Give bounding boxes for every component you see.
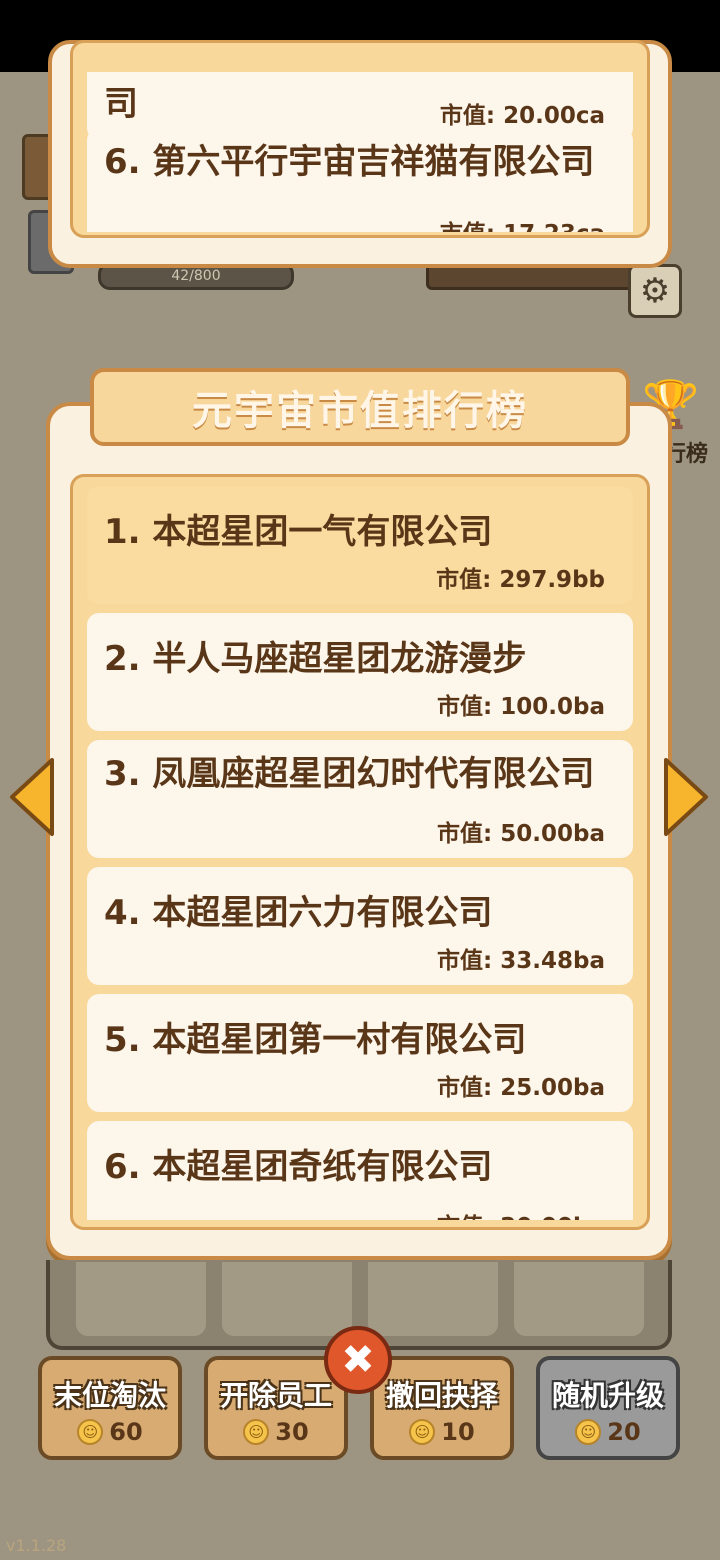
ranking-title: 元宇宙市值排行榜 [192,388,528,434]
board-slot [222,1262,352,1336]
market-value: 市值: 50.00ba [437,821,605,847]
cost-value: 60 [109,1418,143,1446]
action-label: 随机升级 [551,1379,664,1412]
action-label: 开除员工 [219,1379,332,1412]
arrow-right-icon[interactable] [662,756,712,838]
gear-icon[interactable]: ⚙ [628,264,682,318]
ranking-title-bar: 元宇宙市值排行榜 [90,368,630,446]
list-item[interactable]: 3. 凤凰座超星团幻时代有限公司 市值: 50.00ba [87,740,633,858]
random-upgrade-button[interactable]: 随机升级 ☺ 20 [536,1356,680,1460]
board-slot [76,1262,206,1336]
coin-icon: ☺ [77,1419,104,1445]
market-value: 市值: 20.00ba [437,1207,605,1220]
coin-icon: ☺ [575,1419,602,1445]
list-item[interactable]: 5. 本超星团第一村有限公司 市值: 25.00ba [87,994,633,1112]
company-name: 6. 第六平行宇宙吉祥猫有限公司 [104,142,595,182]
coin-icon: ☺ [243,1419,270,1445]
market-value: 市值: 297.9bb [436,567,605,593]
list-item: 6. 第六平行宇宙吉祥猫有限公司 市值: 17.23ca [87,128,633,232]
action-cost: ☺ 60 [42,1418,178,1446]
action-label: 末位淘汰 [53,1379,166,1412]
coin-icon: ☺ [409,1419,436,1445]
market-value: 市值: 100.0ba [437,694,605,720]
close-button[interactable]: ✖ [324,1326,392,1394]
company-name: 1. 本超星团一气有限公司 [104,512,493,552]
ranking-list-viewport[interactable]: 1. 本超星团一气有限公司 市值: 297.9bb 2. 半人马座超星团龙游漫步… [87,486,633,1220]
company-name: 2. 半人马座超星团龙游漫步 [104,639,527,679]
market-value: 市值: 25.00ba [437,1075,605,1101]
company-name: 6. 本超星团奇纸有限公司 [104,1147,493,1187]
eliminate-last-button[interactable]: 末位淘汰 ☺ 60 [38,1356,182,1460]
market-value: 市值: 20.00ca [439,103,605,129]
cost-value: 20 [607,1418,641,1446]
version-label: v1.1.28 [6,1536,67,1555]
action-cost: ☺ 10 [374,1418,510,1446]
list-item[interactable]: 6. 本超星团奇纸有限公司 市值: 20.00ba [87,1121,633,1220]
board-slot [368,1262,498,1336]
company-name: 4. 本超星团六力有限公司 [104,893,493,933]
market-value: 市值: 17.23ca [440,214,605,232]
board-slot [514,1262,644,1336]
trophy-label: 行榜 [664,442,709,467]
company-name: 5. 本超星团第一村有限公司 [104,1020,527,1060]
arrow-left-icon[interactable] [6,756,56,838]
action-cost: ☺ 30 [208,1418,344,1446]
list-item[interactable]: 2. 半人马座超星团龙游漫步 市值: 100.0ba [87,613,633,731]
undo-choice-button[interactable]: 撤回抉择 ☺ 10 [370,1356,514,1460]
cost-value: 30 [275,1418,309,1446]
company-name: 3. 凤凰座超星团幻时代有限公司 [104,754,595,794]
market-value: 市值: 33.48ba [437,948,605,974]
list-item[interactable]: 4. 本超星团六力有限公司 市值: 33.48ba [87,867,633,985]
top-list-viewport[interactable]: 司 市值: 20.00ca 6. 第六平行宇宙吉祥猫有限公司 市值: 17.23… [87,72,633,232]
action-cost: ☺ 20 [540,1418,676,1446]
close-icon: ✖ [341,1337,375,1383]
list-item[interactable]: 1. 本超星团一气有限公司 市值: 297.9bb [87,486,633,604]
cost-value: 10 [441,1418,475,1446]
action-label: 撤回抉择 [385,1379,498,1412]
